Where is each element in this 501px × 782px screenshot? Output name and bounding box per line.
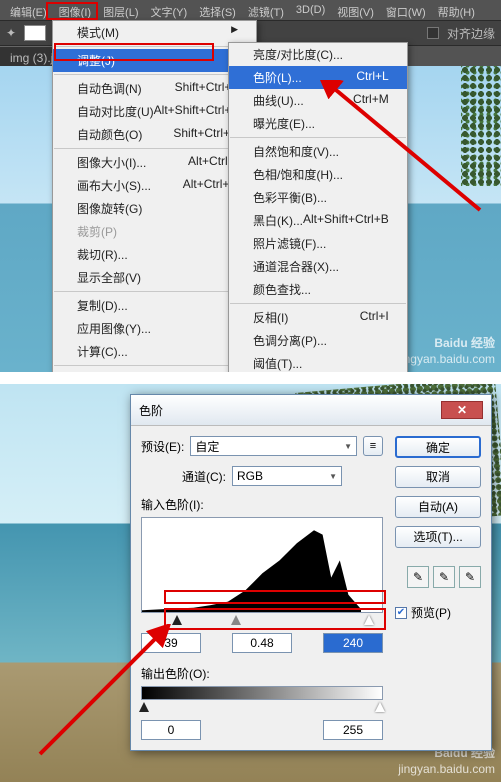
input-white-field[interactable] (323, 633, 383, 653)
menu-item[interactable]: 阈值(T)... (229, 352, 407, 372)
channel-label: 通道(C): (182, 468, 226, 485)
menu-item[interactable]: 画布大小(S)...Alt+Ctrl+C (53, 174, 256, 197)
menu-item[interactable]: 窗口(W) (380, 2, 432, 18)
annotation-arrow-1 (320, 80, 490, 220)
gray-eyedropper-icon[interactable]: ✎ (433, 566, 455, 588)
levels-dialog-screenshot: 色阶 ✕ 预设(E): 自定▼ ≡ 通道(C): RGB▼ 输入色阶( (0, 384, 501, 782)
menu-item[interactable]: 反相(I)Ctrl+I (229, 306, 407, 329)
cancel-button[interactable]: 取消 (395, 466, 481, 488)
annotation-arrow-2 (30, 624, 190, 764)
input-levels-label: 输入色阶(I): (141, 498, 204, 512)
swatch[interactable] (24, 25, 46, 41)
menu-item[interactable]: 图像大小(I)...Alt+Ctrl+I (53, 151, 256, 174)
dialog-titlebar: 色阶 ✕ (131, 395, 491, 426)
menu-item[interactable]: 选择(S) (193, 2, 242, 18)
menu-item[interactable]: 自动色调(N)Shift+Ctrl+L (53, 77, 256, 100)
menu-item[interactable]: 自动对比度(U)Alt+Shift+Ctrl+L (53, 100, 256, 123)
menu-item[interactable]: 图像(I) (53, 2, 97, 18)
menu-item[interactable]: 文字(Y) (145, 2, 194, 18)
preset-label: 预设(E): (141, 438, 184, 455)
photoshop-menu-screenshot: 编辑(E)图像(I)图层(L)文字(Y)选择(S)滤镜(T)3D(D)视图(V)… (0, 0, 501, 372)
menubar: 编辑(E)图像(I)图层(L)文字(Y)选择(S)滤镜(T)3D(D)视图(V)… (0, 0, 501, 20)
menu-item[interactable]: 自动颜色(O)Shift+Ctrl+B (53, 123, 256, 146)
menu-item[interactable]: 模式(M)▶ (53, 21, 256, 44)
histogram (141, 517, 383, 613)
menu-item[interactable]: 通道混合器(X)... (229, 255, 407, 278)
menu-item: 裁剪(P) (53, 220, 256, 243)
menu-item[interactable]: 3D(D) (290, 2, 331, 18)
menu-item[interactable]: 调整(J)▶ (53, 49, 256, 72)
align-edges-check[interactable] (427, 27, 439, 39)
menu-item[interactable]: 图像旋转(G)▶ (53, 197, 256, 220)
menu-item[interactable]: 帮助(H) (432, 2, 481, 18)
close-button[interactable]: ✕ (441, 401, 483, 419)
menu-item[interactable]: 应用图像(Y)... (53, 317, 256, 340)
menu-item[interactable]: 变量(B)▶ (53, 368, 256, 372)
menu-item[interactable]: 颜色查找... (229, 278, 407, 301)
tool-icon: ✦ (6, 26, 16, 40)
align-edges-label: 对齐边缘 (447, 25, 495, 42)
menu-item[interactable]: 滤镜(T) (242, 2, 290, 18)
image-menu-dropdown: 模式(M)▶ 调整(J)▶ 自动色调(N)Shift+Ctrl+L自动对比度(U)A… (52, 20, 257, 372)
input-gamma-field[interactable] (232, 633, 292, 653)
menu-item[interactable]: 复制(D)... (53, 294, 256, 317)
menu-item[interactable]: 视图(V) (331, 2, 380, 18)
menu-item[interactable]: 计算(C)... (53, 340, 256, 363)
menu-item[interactable]: 裁切(R)... (53, 243, 256, 266)
options-button[interactable]: 选项(T)... (395, 526, 481, 548)
menu-item[interactable]: 色调分离(P)... (229, 329, 407, 352)
preview-checkbox[interactable]: ✔预览(P) (395, 604, 481, 621)
preset-menu-icon[interactable]: ≡ (363, 436, 383, 456)
menu-item[interactable]: 显示全部(V) (53, 266, 256, 289)
auto-button[interactable]: 自动(A) (395, 496, 481, 518)
output-white-field[interactable] (323, 720, 383, 740)
ok-button[interactable]: 确定 (395, 436, 481, 458)
white-eyedropper-icon[interactable]: ✎ (459, 566, 481, 588)
menu-item[interactable]: 编辑(E) (4, 2, 53, 18)
menu-item[interactable]: 亮度/对比度(C)... (229, 43, 407, 66)
menu-item[interactable]: 照片滤镜(F)... (229, 232, 407, 255)
channel-select[interactable]: RGB▼ (232, 466, 342, 486)
preset-select[interactable]: 自定▼ (190, 436, 357, 456)
menu-item[interactable]: 图层(L) (97, 2, 144, 18)
watermark: Baidu 经验 jingyan.baidu.com (398, 334, 495, 366)
black-eyedropper-icon[interactable]: ✎ (407, 566, 429, 588)
dialog-title: 色阶 (139, 402, 163, 419)
